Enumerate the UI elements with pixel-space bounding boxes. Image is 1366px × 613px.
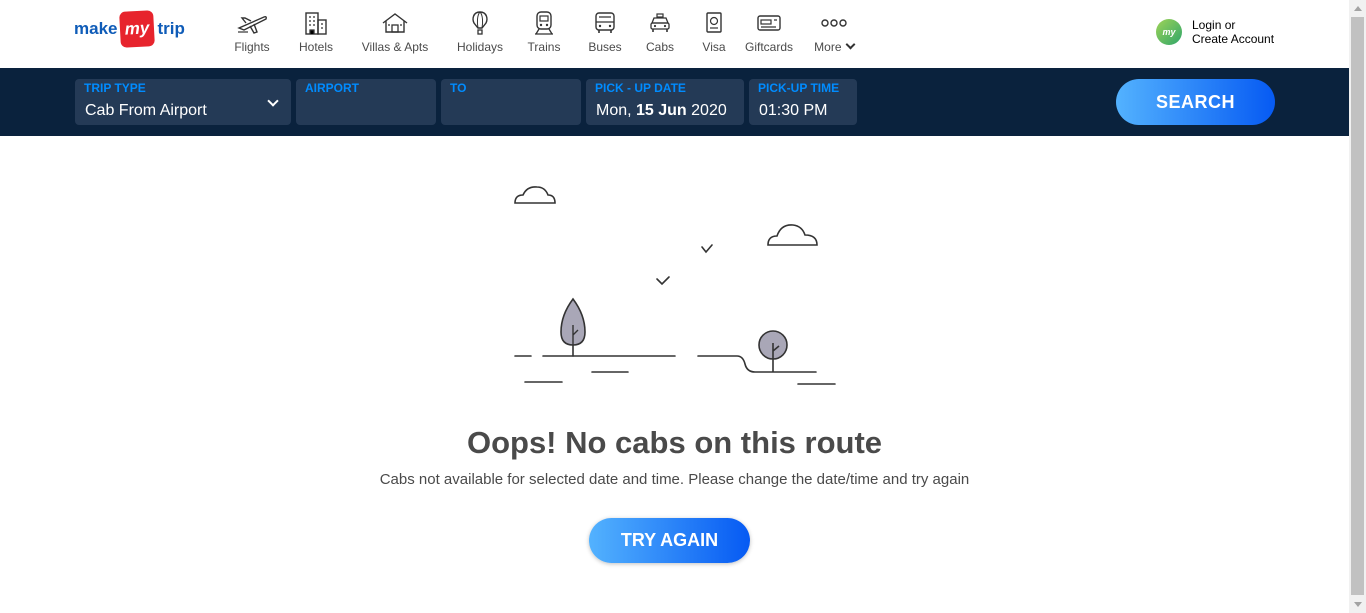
search-button[interactable]: SEARCH	[1116, 79, 1275, 125]
empty-landscape-illustration	[514, 186, 836, 385]
nav-item-holidays[interactable]: Holidays	[457, 10, 503, 54]
trip-type-dropdown[interactable]: TRIP TYPE Cab From Airport	[75, 79, 291, 125]
nav-label: Buses	[588, 40, 622, 54]
nav-item-giftcards[interactable]: Giftcards	[744, 10, 794, 54]
nav-item-visa[interactable]: Visa	[699, 10, 729, 54]
nav-item-buses[interactable]: Buses	[587, 10, 623, 54]
empty-state-title: Oops! No cabs on this route	[466, 425, 883, 460]
hot-air-balloon-icon	[470, 10, 490, 36]
nav-label: Villas & Apts	[361, 40, 429, 54]
chevron-down-icon	[267, 95, 279, 107]
search-bar: TRIP TYPE Cab From Airport AIRPORT TO PI…	[0, 68, 1349, 136]
pickup-time-field[interactable]: PICK-UP TIME 01:30 PM	[749, 79, 857, 125]
more-dots-icon	[821, 10, 847, 36]
bus-icon	[594, 10, 616, 36]
logo-make-text: make	[74, 19, 118, 38]
giftcard-icon	[756, 10, 782, 36]
empty-state-message: Cabs not available for selected date and…	[379, 471, 970, 488]
user-avatar: my	[1156, 19, 1182, 45]
top-header: make my trip Flights Hotels Villas & Apt…	[0, 0, 1349, 68]
try-again-button[interactable]: TRY AGAIN	[589, 518, 750, 563]
to-label: TO	[450, 81, 467, 95]
nav-label: Flights	[234, 40, 270, 54]
nav-label: Cabs	[645, 40, 674, 54]
pickup-date-label: PICK - UP DATE	[595, 81, 686, 95]
page: make my trip Flights Hotels Villas & Apt…	[0, 0, 1349, 613]
bird-icon	[701, 244, 713, 254]
pickup-time-value: 01:30 PM	[759, 102, 828, 119]
passport-icon	[704, 10, 724, 36]
pickup-date-field[interactable]: PICK - UP DATE Mon, 15 Jun 2020	[586, 79, 744, 125]
cloud-icon	[514, 186, 556, 204]
plane-icon	[236, 10, 268, 36]
scroll-up-arrow-icon[interactable]	[1349, 0, 1366, 17]
login-button[interactable]: my Login or Create Account	[1156, 18, 1274, 46]
pickup-time-label: PICK-UP TIME	[758, 81, 840, 95]
login-text: Login or Create Account	[1192, 18, 1274, 46]
scroll-down-arrow-icon[interactable]	[1349, 596, 1366, 613]
cloud-icon	[767, 224, 818, 246]
date-bold: 15 Jun	[636, 102, 687, 119]
chevron-down-icon	[845, 39, 856, 50]
login-line-1: Login or	[1192, 18, 1236, 32]
scrollbar-thumb[interactable]	[1351, 17, 1364, 595]
login-line-2: Create Account	[1192, 32, 1275, 46]
main-nav: Flights Hotels Villas & Apts Holidays Tr…	[230, 10, 856, 54]
nav-label: Holidays	[456, 40, 504, 54]
trip-type-label: TRIP TYPE	[84, 81, 146, 95]
logo-my-badge: my	[119, 10, 156, 48]
nav-label: Trains	[527, 40, 561, 54]
nav-item-villas[interactable]: Villas & Apts	[362, 10, 428, 54]
car-icon	[649, 10, 671, 36]
makemytrip-logo[interactable]: make my trip	[74, 10, 185, 48]
airport-field[interactable]: AIRPORT	[296, 79, 436, 125]
nav-label: More	[814, 39, 856, 54]
logo-trip-text: trip	[157, 19, 185, 38]
nav-label: Giftcards	[744, 40, 793, 54]
pickup-date-value: Mon, 15 Jun 2020	[596, 102, 727, 120]
building-icon	[303, 10, 329, 36]
nav-item-flights[interactable]: Flights	[230, 10, 274, 54]
train-icon	[533, 10, 555, 36]
to-field[interactable]: TO	[441, 79, 581, 125]
date-year: 2020	[686, 102, 727, 119]
trip-type-value: Cab From Airport	[85, 102, 207, 119]
vertical-scrollbar[interactable]	[1349, 0, 1366, 613]
nav-label: Hotels	[298, 40, 333, 54]
date-day: Mon,	[596, 102, 637, 119]
nav-item-cabs[interactable]: Cabs	[645, 10, 675, 54]
nav-item-hotels[interactable]: Hotels	[294, 10, 338, 54]
nav-item-more[interactable]: More	[812, 10, 856, 54]
nav-item-trains[interactable]: Trains	[526, 10, 562, 54]
more-label: More	[814, 40, 842, 54]
bird-icon	[656, 276, 670, 286]
house-icon	[381, 10, 409, 36]
airport-label: AIRPORT	[305, 81, 359, 95]
nav-label: Visa	[702, 40, 726, 54]
